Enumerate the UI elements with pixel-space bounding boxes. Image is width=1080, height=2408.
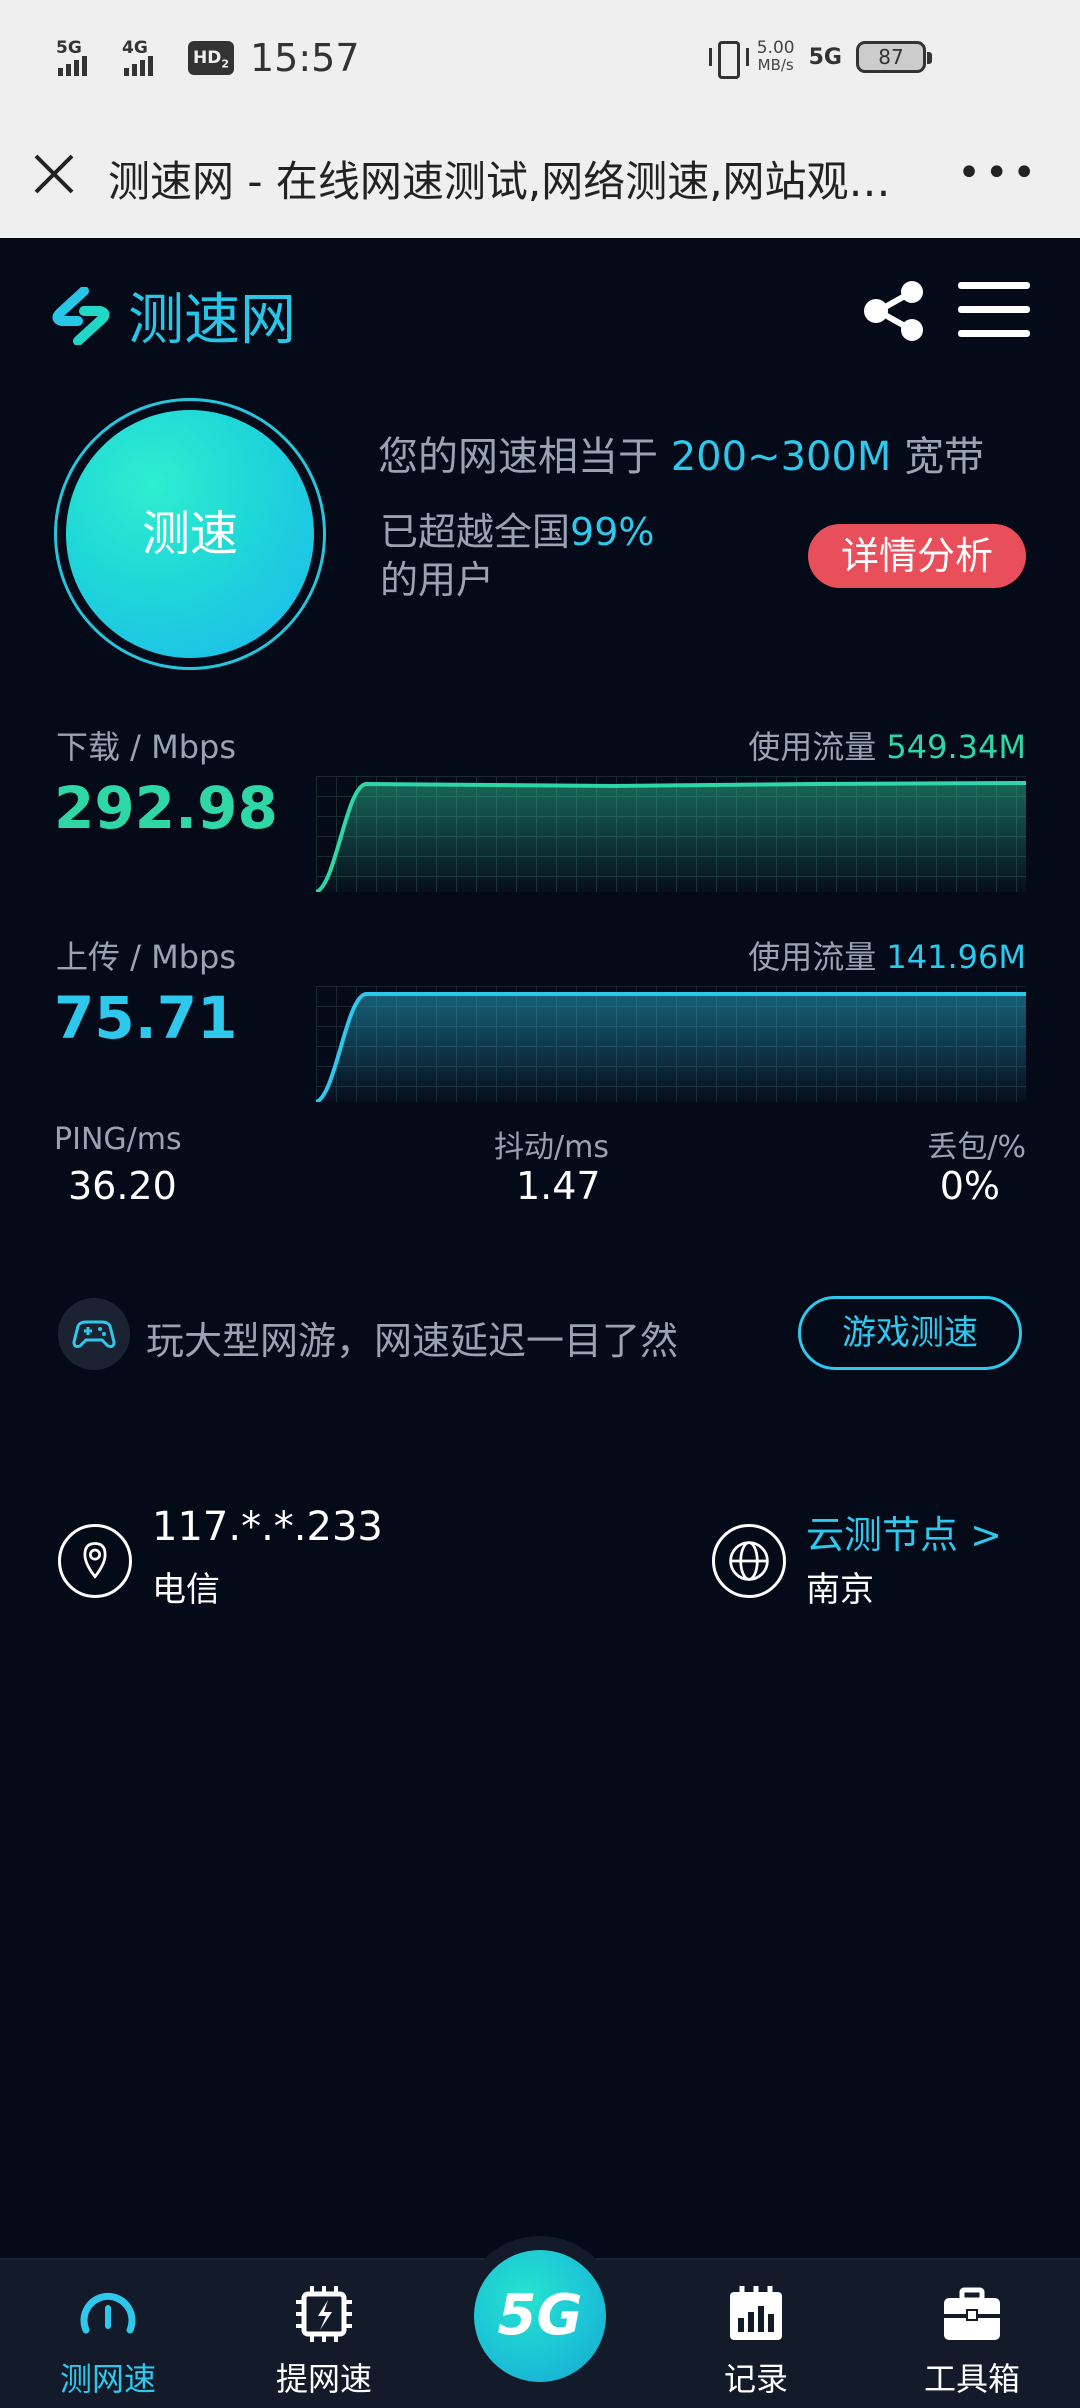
app-logo: 测速网 bbox=[50, 275, 296, 356]
signal-4g-icon: 4G bbox=[122, 38, 178, 78]
upload-value: 75.71 bbox=[54, 984, 238, 1052]
close-icon[interactable] bbox=[32, 152, 76, 196]
more-menu-button[interactable]: ••• bbox=[957, 150, 1040, 196]
nav-label: 记录 bbox=[723, 2360, 788, 2398]
speedometer-icon bbox=[80, 2292, 136, 2334]
vibrate-icon bbox=[708, 38, 749, 79]
download-value: 292.98 bbox=[54, 774, 278, 842]
ip-address: 117.*.*.233 bbox=[152, 1504, 383, 1550]
nav-toolbox[interactable]: 工具箱 bbox=[892, 2260, 1052, 2408]
network-5g-icon: 5G bbox=[808, 44, 842, 70]
hd-voice-icon: HD2 bbox=[188, 41, 234, 75]
status-left: 5G 4G HD2 15:57 bbox=[56, 36, 360, 80]
nav-label: 提网速 bbox=[275, 2360, 372, 2398]
surpass-text: 已超越全国99% 的用户 bbox=[380, 510, 655, 602]
status-bar: 5G 4G HD2 15:57 5.00 MB/s 5G 87 bbox=[0, 0, 1080, 122]
test-node-city: 南京 bbox=[806, 1570, 874, 1610]
download-usage: 使用流量 549.34M bbox=[748, 728, 1026, 766]
upload-graph bbox=[316, 986, 1026, 1102]
nav-boost[interactable]: 提网速 bbox=[244, 2260, 404, 2408]
nav-label: 测网速 bbox=[59, 2360, 156, 2398]
surpass-percent: 99% bbox=[570, 510, 655, 554]
globe-icon[interactable] bbox=[712, 1524, 786, 1598]
nav-label: 工具箱 bbox=[923, 2360, 1020, 2398]
signal-5g-icon: 5G bbox=[56, 38, 112, 78]
isp-name: 电信 bbox=[152, 1570, 220, 1610]
download-label: 下载 / Mbps bbox=[56, 728, 237, 766]
hamburger-menu-icon[interactable] bbox=[958, 282, 1030, 338]
network-type-secondary: 4G bbox=[122, 38, 148, 58]
packet-loss-label: 丢包/% bbox=[927, 1130, 1026, 1165]
calendar-chart-icon bbox=[730, 2286, 782, 2340]
test-node-link[interactable]: 云测节点 > bbox=[806, 1504, 1002, 1559]
share-icon[interactable] bbox=[862, 280, 926, 342]
jitter-value: 1.47 bbox=[516, 1164, 601, 1208]
browser-bar: 测速网 - 在线网速测试,网络测速,网站观… ••• bbox=[0, 122, 1080, 238]
status-time: 15:57 bbox=[250, 36, 360, 80]
gamepad-icon bbox=[58, 1298, 130, 1370]
nav-speedtest[interactable]: 测网速 bbox=[28, 2260, 188, 2408]
nav-records[interactable]: 记录 bbox=[676, 2260, 836, 2408]
location-pin-icon bbox=[58, 1524, 132, 1598]
5g-icon[interactable]: 5G bbox=[474, 2250, 606, 2382]
network-speed: 5.00 MB/s bbox=[756, 38, 795, 74]
toolbox-icon bbox=[944, 2287, 1000, 2340]
download-graph bbox=[316, 776, 1026, 892]
network-type: 5G bbox=[56, 38, 82, 58]
game-promo-text: 玩大型网游，网速延迟一目了然 bbox=[146, 1319, 679, 1363]
chip-bolt-icon bbox=[296, 2286, 352, 2342]
status-right: 5.00 MB/s 5G 87 bbox=[708, 38, 932, 79]
bandwidth-equivalent: 您的网速相当于 200~300M 宽带 bbox=[378, 434, 985, 480]
bandwidth-range: 200~300M bbox=[670, 434, 892, 480]
battery-icon: 87 bbox=[856, 41, 932, 73]
page-title: 测速网 - 在线网速测试,网络测速,网站观… bbox=[108, 157, 891, 206]
upload-usage: 使用流量 141.96M bbox=[748, 938, 1026, 976]
ping-value: 36.20 bbox=[68, 1164, 177, 1208]
ping-label: PING/ms bbox=[54, 1122, 182, 1157]
upload-label: 上传 / Mbps bbox=[56, 938, 237, 976]
game-speedtest-button[interactable]: 游戏测速 bbox=[798, 1296, 1022, 1370]
speedtest-button[interactable]: 测速 bbox=[66, 410, 314, 658]
packet-loss-value: 0% bbox=[939, 1164, 1000, 1208]
logo-text: 测速网 bbox=[128, 288, 296, 353]
jitter-label: 抖动/ms bbox=[494, 1130, 609, 1165]
logo-icon bbox=[52, 286, 110, 345]
detail-analysis-button[interactable]: 详情分析 bbox=[808, 524, 1026, 588]
